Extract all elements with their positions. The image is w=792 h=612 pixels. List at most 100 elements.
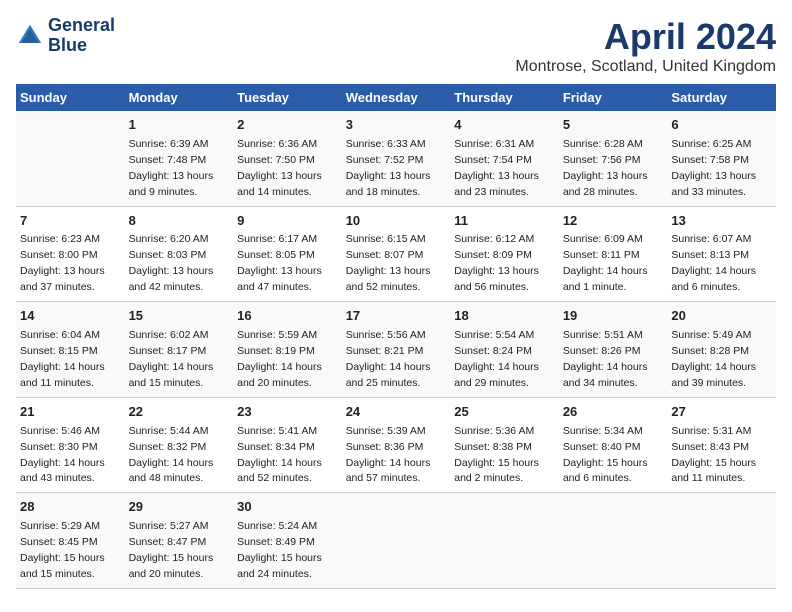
day-number: 13 [671, 212, 772, 231]
day-info: Sunrise: 5:31 AMSunset: 8:43 PMDaylight:… [671, 425, 756, 485]
day-number: 19 [563, 307, 664, 326]
week-row-3: 14 Sunrise: 6:04 AMSunset: 8:15 PMDayligh… [16, 302, 776, 398]
calendar-cell: 14 Sunrise: 6:04 AMSunset: 8:15 PMDayligh… [16, 302, 125, 398]
month-title: April 2024 [515, 16, 776, 58]
day-info: Sunrise: 6:17 AMSunset: 8:05 PMDaylight:… [237, 233, 322, 293]
day-number: 23 [237, 403, 338, 422]
day-number: 14 [20, 307, 121, 326]
calendar-cell: 9 Sunrise: 6:17 AMSunset: 8:05 PMDaylight… [233, 206, 342, 302]
calendar-cell: 25 Sunrise: 5:36 AMSunset: 8:38 PMDayligh… [450, 397, 559, 493]
day-number: 26 [563, 403, 664, 422]
day-info: Sunrise: 5:51 AMSunset: 8:26 PMDaylight:… [563, 329, 648, 389]
calendar-cell: 12 Sunrise: 6:09 AMSunset: 8:11 PMDayligh… [559, 206, 668, 302]
logo-icon [16, 22, 44, 50]
calendar-cell: 22 Sunrise: 5:44 AMSunset: 8:32 PMDayligh… [125, 397, 234, 493]
calendar-table: SundayMondayTuesdayWednesdayThursdayFrid… [16, 84, 776, 589]
calendar-cell [16, 111, 125, 206]
calendar-cell: 15Sunrise: 6:02 AMSunset: 8:17 PMDayligh… [125, 302, 234, 398]
day-number: 3 [346, 116, 447, 135]
weekday-header-friday: Friday [559, 84, 668, 111]
day-info: Sunrise: 5:39 AMSunset: 8:36 PMDaylight:… [346, 425, 431, 485]
calendar-cell: 5Sunrise: 6:28 AMSunset: 7:56 PMDaylight… [559, 111, 668, 206]
calendar-cell: 6 Sunrise: 6:25 AMSunset: 7:58 PMDaylight… [667, 111, 776, 206]
calendar-cell: 16Sunrise: 5:59 AMSunset: 8:19 PMDayligh… [233, 302, 342, 398]
calendar-cell [559, 493, 668, 589]
logo-text: General Blue [48, 16, 115, 56]
day-info: Sunrise: 5:24 AMSunset: 8:49 PMDaylight:… [237, 520, 322, 580]
day-number: 25 [454, 403, 555, 422]
day-info: Sunrise: 6:39 AMSunset: 7:48 PMDaylight:… [129, 138, 214, 198]
weekday-header-wednesday: Wednesday [342, 84, 451, 111]
week-row-2: 7 Sunrise: 6:23 AMSunset: 8:00 PMDaylight… [16, 206, 776, 302]
day-number: 9 [237, 212, 338, 231]
calendar-cell: 21Sunrise: 5:46 AMSunset: 8:30 PMDayligh… [16, 397, 125, 493]
day-number: 4 [454, 116, 555, 135]
day-info: Sunrise: 6:31 AMSunset: 7:54 PMDaylight:… [454, 138, 539, 198]
calendar-cell [450, 493, 559, 589]
page-header: General Blue April 2024 Montrose, Scotla… [16, 16, 776, 76]
day-number: 27 [671, 403, 772, 422]
day-number: 21 [20, 403, 121, 422]
day-info: Sunrise: 5:56 AMSunset: 8:21 PMDaylight:… [346, 329, 431, 389]
calendar-cell: 8Sunrise: 6:20 AMSunset: 8:03 PMDaylight… [125, 206, 234, 302]
day-info: Sunrise: 5:36 AMSunset: 8:38 PMDaylight:… [454, 425, 539, 485]
day-number: 5 [563, 116, 664, 135]
calendar-cell: 3 Sunrise: 6:33 AMSunset: 7:52 PMDaylight… [342, 111, 451, 206]
calendar-cell: 26 Sunrise: 5:34 AMSunset: 8:40 PMDayligh… [559, 397, 668, 493]
weekday-header-row: SundayMondayTuesdayWednesdayThursdayFrid… [16, 84, 776, 111]
day-info: Sunrise: 5:49 AMSunset: 8:28 PMDaylight:… [671, 329, 756, 389]
calendar-cell [342, 493, 451, 589]
day-info: Sunrise: 6:23 AMSunset: 8:00 PMDaylight:… [20, 233, 105, 293]
day-info: Sunrise: 6:33 AMSunset: 7:52 PMDaylight:… [346, 138, 431, 198]
day-info: Sunrise: 5:44 AMSunset: 8:32 PMDaylight:… [129, 425, 214, 485]
day-number: 22 [129, 403, 230, 422]
day-number: 12 [563, 212, 664, 231]
day-number: 20 [671, 307, 772, 326]
week-row-4: 21Sunrise: 5:46 AMSunset: 8:30 PMDayligh… [16, 397, 776, 493]
day-number: 10 [346, 212, 447, 231]
day-number: 15 [129, 307, 230, 326]
calendar-cell: 17 Sunrise: 5:56 AMSunset: 8:21 PMDayligh… [342, 302, 451, 398]
week-row-5: 28 Sunrise: 5:29 AMSunset: 8:45 PMDayligh… [16, 493, 776, 589]
day-number: 2 [237, 116, 338, 135]
calendar-cell: 10 Sunrise: 6:15 AMSunset: 8:07 PMDayligh… [342, 206, 451, 302]
day-number: 30 [237, 498, 338, 517]
day-number: 17 [346, 307, 447, 326]
day-number: 18 [454, 307, 555, 326]
day-info: Sunrise: 5:41 AMSunset: 8:34 PMDaylight:… [237, 425, 322, 485]
calendar-cell: 30 Sunrise: 5:24 AMSunset: 8:49 PMDayligh… [233, 493, 342, 589]
title-block: April 2024 Montrose, Scotland, United Ki… [515, 16, 776, 76]
day-number: 6 [671, 116, 772, 135]
day-info: Sunrise: 5:59 AMSunset: 8:19 PMDaylight:… [237, 329, 322, 389]
day-number: 24 [346, 403, 447, 422]
day-number: 7 [20, 212, 121, 231]
calendar-cell: 29Sunrise: 5:27 AMSunset: 8:47 PMDayligh… [125, 493, 234, 589]
day-number: 28 [20, 498, 121, 517]
calendar-cell: 2 Sunrise: 6:36 AMSunset: 7:50 PMDaylight… [233, 111, 342, 206]
day-info: Sunrise: 6:07 AMSunset: 8:13 PMDaylight:… [671, 233, 756, 293]
calendar-cell: 13 Sunrise: 6:07 AMSunset: 8:13 PMDayligh… [667, 206, 776, 302]
calendar-cell: 27 Sunrise: 5:31 AMSunset: 8:43 PMDayligh… [667, 397, 776, 493]
day-info: Sunrise: 5:29 AMSunset: 8:45 PMDaylight:… [20, 520, 105, 580]
calendar-cell [667, 493, 776, 589]
calendar-cell: 18 Sunrise: 5:54 AMSunset: 8:24 PMDayligh… [450, 302, 559, 398]
day-info: Sunrise: 5:34 AMSunset: 8:40 PMDaylight:… [563, 425, 648, 485]
day-info: Sunrise: 6:04 AMSunset: 8:15 PMDaylight:… [20, 329, 105, 389]
calendar-cell: 1Sunrise: 6:39 AMSunset: 7:48 PMDaylight… [125, 111, 234, 206]
calendar-cell: 20 Sunrise: 5:49 AMSunset: 8:28 PMDayligh… [667, 302, 776, 398]
weekday-header-thursday: Thursday [450, 84, 559, 111]
day-info: Sunrise: 6:25 AMSunset: 7:58 PMDaylight:… [671, 138, 756, 198]
calendar-cell: 23 Sunrise: 5:41 AMSunset: 8:34 PMDayligh… [233, 397, 342, 493]
calendar-cell: 28 Sunrise: 5:29 AMSunset: 8:45 PMDayligh… [16, 493, 125, 589]
day-info: Sunrise: 6:09 AMSunset: 8:11 PMDaylight:… [563, 233, 648, 293]
day-number: 11 [454, 212, 555, 231]
day-info: Sunrise: 6:12 AMSunset: 8:09 PMDaylight:… [454, 233, 539, 293]
day-info: Sunrise: 6:20 AMSunset: 8:03 PMDaylight:… [129, 233, 214, 293]
day-info: Sunrise: 5:54 AMSunset: 8:24 PMDaylight:… [454, 329, 539, 389]
week-row-1: 1Sunrise: 6:39 AMSunset: 7:48 PMDaylight… [16, 111, 776, 206]
location: Montrose, Scotland, United Kingdom [515, 58, 776, 76]
weekday-header-tuesday: Tuesday [233, 84, 342, 111]
calendar-cell: 7 Sunrise: 6:23 AMSunset: 8:00 PMDaylight… [16, 206, 125, 302]
day-info: Sunrise: 6:15 AMSunset: 8:07 PMDaylight:… [346, 233, 431, 293]
day-info: Sunrise: 6:36 AMSunset: 7:50 PMDaylight:… [237, 138, 322, 198]
